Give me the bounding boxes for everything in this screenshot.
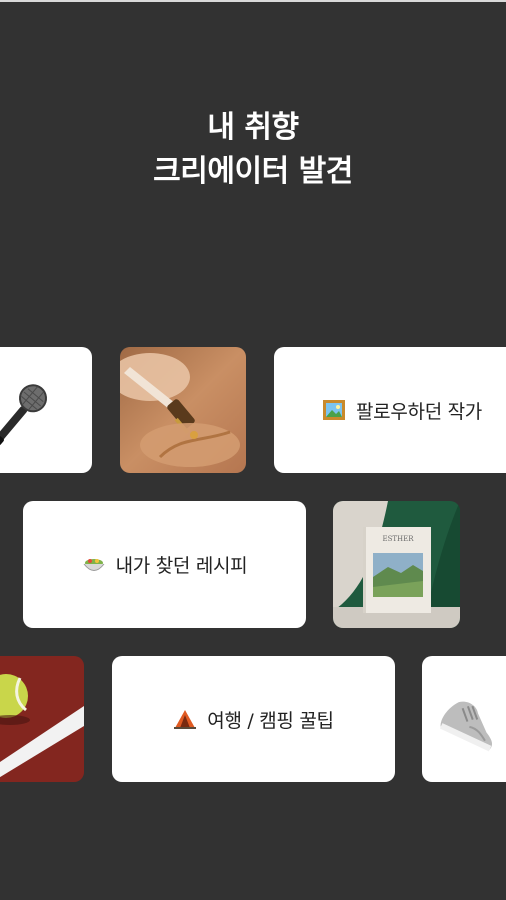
category-found-recipes[interactable]: 내가 찾던 레시피 bbox=[23, 501, 306, 628]
book-cover-photo[interactable]: ESTHER bbox=[333, 501, 460, 628]
category-label: 내가 찾던 레시피 bbox=[115, 555, 248, 577]
dropper-serum-image bbox=[120, 347, 246, 473]
category-label: 팔로우하던 작가 bbox=[355, 400, 482, 423]
headline: 내 취향 크리에이터 발견 bbox=[0, 106, 506, 194]
bowl-icon bbox=[82, 553, 106, 577]
tent-icon bbox=[173, 707, 197, 731]
microphone-icon bbox=[0, 384, 47, 446]
category-travel-camping[interactable]: 여행 / 캠핑 꿀팁 bbox=[112, 656, 395, 782]
category-followed-creators[interactable]: 팔로우하던 작가 bbox=[274, 347, 506, 473]
status-divider bbox=[0, 0, 506, 2]
tennis-ball-court-photo[interactable] bbox=[0, 656, 84, 782]
headline-line-2: 크리에이터 발견 bbox=[153, 154, 353, 189]
sneaker-icon bbox=[439, 701, 493, 752]
headline-line-1: 내 취향 bbox=[207, 110, 299, 145]
book-title: ESTHER bbox=[382, 535, 414, 543]
framed-picture-icon bbox=[322, 398, 346, 422]
discover-screen: 내 취향 크리에이터 발견 팔로우하던 작가 내가 찾던 레시피 ESTHER … bbox=[0, 0, 506, 900]
microphone-tile[interactable] bbox=[0, 347, 92, 473]
sneaker-tile[interactable] bbox=[422, 656, 506, 782]
tennis-ball-court-image bbox=[0, 656, 84, 782]
dropper-serum-photo[interactable] bbox=[120, 347, 246, 473]
category-label: 여행 / 캠핑 꿀팁 bbox=[207, 709, 334, 732]
book-cover-image: ESTHER bbox=[333, 501, 460, 628]
